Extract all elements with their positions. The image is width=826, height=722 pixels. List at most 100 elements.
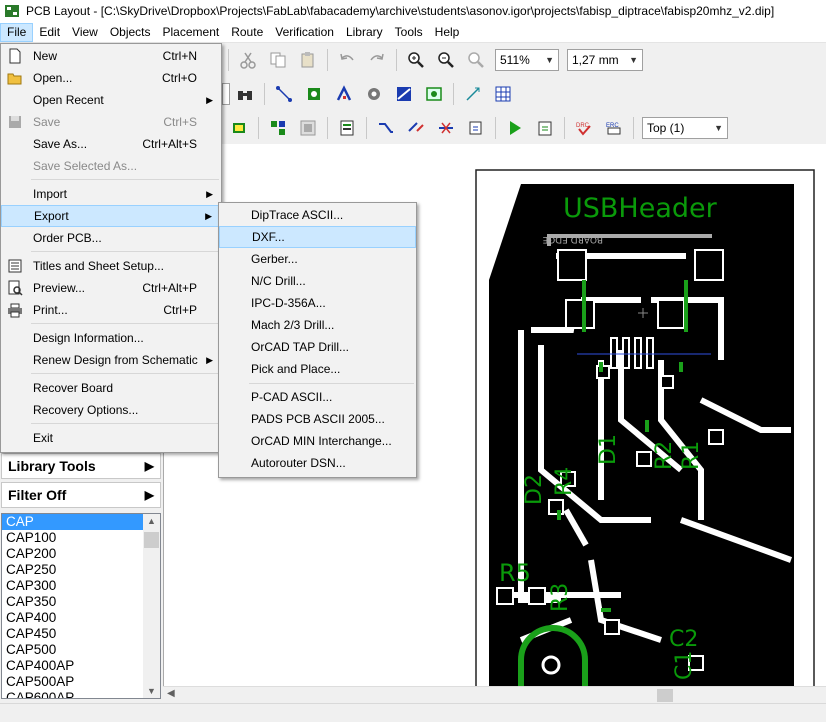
menu-item-titles-sheet-setup[interactable]: Titles and Sheet Setup... <box>1 255 221 277</box>
menu-item-recovery-options[interactable]: Recovery Options... <box>1 399 221 421</box>
route-edit-icon[interactable] <box>405 117 427 139</box>
zoom-out-icon[interactable] <box>435 49 457 71</box>
menu-item-label: Save As... <box>33 137 88 151</box>
autoroute-settings-icon[interactable] <box>465 117 487 139</box>
run-autoroute-icon[interactable] <box>504 117 526 139</box>
zoom-fit-icon[interactable] <box>465 49 487 71</box>
export-item-ipc-d-356a[interactable]: IPC-D-356A... <box>219 292 416 314</box>
export-item-orcad-min[interactable]: OrCAD MIN Interchange... <box>219 430 416 452</box>
pad-icon[interactable] <box>303 83 325 105</box>
scroll-thumb[interactable] <box>144 532 159 548</box>
list-item[interactable]: CAP600AP <box>2 690 144 698</box>
list-item[interactable]: CAP400AP <box>2 658 144 674</box>
menu-item-export[interactable]: Export ▶ <box>1 205 221 227</box>
vertical-scrollbar[interactable]: ▲ ▼ <box>143 514 160 698</box>
copper-pour-icon[interactable] <box>393 83 415 105</box>
menu-item-recover-board[interactable]: Recover Board <box>1 377 221 399</box>
export-item-nc-drill[interactable]: N/C Drill... <box>219 270 416 292</box>
measure-icon[interactable] <box>462 83 484 105</box>
menu-verification[interactable]: Verification <box>269 23 340 42</box>
export-item-diptrace-ascii[interactable]: DipTrace ASCII... <box>219 204 416 226</box>
list-item[interactable]: CAP300 <box>2 578 144 594</box>
scroll-up-icon[interactable]: ▲ <box>147 516 156 526</box>
menu-item-design-information[interactable]: Design Information... <box>1 327 221 349</box>
menu-view[interactable]: View <box>66 23 104 42</box>
menu-item-label: Mach 2/3 Drill... <box>251 318 335 332</box>
scroll-thumb[interactable] <box>657 689 673 702</box>
menu-help[interactable]: Help <box>429 23 466 42</box>
label-c2: C2 <box>669 627 698 652</box>
menu-item-order-pcb[interactable]: Order PCB... <box>1 227 221 249</box>
menu-item-save-as[interactable]: Save As... Ctrl+Alt+S <box>1 133 221 155</box>
component-list[interactable]: CAP CAP100 CAP200 CAP250 CAP300 CAP350 C… <box>1 513 161 699</box>
cut-icon[interactable] <box>237 49 259 71</box>
undo-icon[interactable] <box>336 49 358 71</box>
menu-item-exit[interactable]: Exit <box>1 427 221 449</box>
list-item[interactable]: CAP <box>2 514 144 530</box>
component-icon[interactable] <box>228 117 250 139</box>
list-item[interactable]: CAP200 <box>2 546 144 562</box>
list-item[interactable]: CAP500AP <box>2 674 144 690</box>
text-tool-icon[interactable] <box>333 83 355 105</box>
properties-icon[interactable] <box>336 117 358 139</box>
board-outline-icon[interactable] <box>423 83 445 105</box>
unroute-icon[interactable] <box>435 117 457 139</box>
library-tools-button[interactable]: Library Tools ▶ <box>1 453 161 479</box>
export-item-pick-and-place[interactable]: Pick and Place... <box>219 358 416 380</box>
menu-item-preview[interactable]: Preview... Ctrl+Alt+P <box>1 277 221 299</box>
menu-objects[interactable]: Objects <box>104 23 157 42</box>
zoom-in-icon[interactable] <box>405 49 427 71</box>
export-item-dxf[interactable]: DXF... <box>219 226 416 248</box>
list-item[interactable]: CAP250 <box>2 562 144 578</box>
list-item[interactable]: CAP450 <box>2 626 144 642</box>
binoculars-icon[interactable] <box>234 83 256 105</box>
library-tools-label: Library Tools <box>8 458 96 474</box>
export-item-autorouter-dsn[interactable]: Autorouter DSN... <box>219 452 416 474</box>
grid-size-select[interactable]: 1,27 mm ▼ <box>567 49 643 71</box>
export-item-gerber[interactable]: Gerber... <box>219 248 416 270</box>
zoom-select[interactable]: 511% ▼ <box>495 49 559 71</box>
menu-tools[interactable]: Tools <box>389 23 429 42</box>
list-item[interactable]: CAP100 <box>2 530 144 546</box>
horizontal-scrollbar[interactable]: ◀ <box>163 686 826 703</box>
export-item-pads-pcb-ascii[interactable]: PADS PCB ASCII 2005... <box>219 408 416 430</box>
redo-icon[interactable] <box>366 49 388 71</box>
menu-item-renew-design[interactable]: Renew Design from Schematic ▶ <box>1 349 221 371</box>
menu-item-print[interactable]: Print... Ctrl+P <box>1 299 221 321</box>
menu-item-shortcut: Ctrl+S <box>163 115 197 129</box>
label-d1: D1 <box>596 434 621 465</box>
menu-placement[interactable]: Placement <box>157 23 226 42</box>
menu-item-open[interactable]: Open... Ctrl+O <box>1 67 221 89</box>
route-trace-icon[interactable] <box>273 83 295 105</box>
menu-file[interactable]: File <box>0 22 34 42</box>
menu-item-new[interactable]: New Ctrl+N <box>1 45 221 67</box>
erc-icon[interactable]: ERC <box>603 117 625 139</box>
status-bar <box>0 703 826 722</box>
copy-icon[interactable] <box>267 49 289 71</box>
list-item[interactable]: CAP350 <box>2 594 144 610</box>
paste-icon[interactable] <box>297 49 319 71</box>
table-icon[interactable] <box>492 83 514 105</box>
menu-library[interactable]: Library <box>340 23 389 42</box>
export-item-orcad-tap-drill[interactable]: OrCAD TAP Drill... <box>219 336 416 358</box>
menu-edit[interactable]: Edit <box>33 23 66 42</box>
menu-route[interactable]: Route <box>225 23 269 42</box>
arrange-icon[interactable] <box>267 117 289 139</box>
scroll-down-icon[interactable]: ▼ <box>147 686 156 696</box>
scroll-left-icon[interactable]: ◀ <box>167 688 175 699</box>
list-item[interactable]: CAP500 <box>2 642 144 658</box>
via-icon[interactable] <box>363 83 385 105</box>
menu-item-save-selected-as[interactable]: Save Selected As... <box>1 155 221 177</box>
drc-icon[interactable]: DRC <box>573 117 595 139</box>
route-icon[interactable] <box>375 117 397 139</box>
list-item[interactable]: CAP400 <box>2 610 144 626</box>
menu-item-import[interactable]: Import ▶ <box>1 183 221 205</box>
layer-select[interactable]: Top (1) ▼ <box>642 117 728 139</box>
export-item-pcad-ascii[interactable]: P-CAD ASCII... <box>219 386 416 408</box>
menu-item-open-recent[interactable]: Open Recent ▶ <box>1 89 221 111</box>
menu-item-save[interactable]: Save Ctrl+S <box>1 111 221 133</box>
route-report-icon[interactable] <box>534 117 556 139</box>
group-icon[interactable] <box>297 117 319 139</box>
filter-button[interactable]: Filter Off ▶ <box>1 482 161 508</box>
export-item-mach-drill[interactable]: Mach 2/3 Drill... <box>219 314 416 336</box>
